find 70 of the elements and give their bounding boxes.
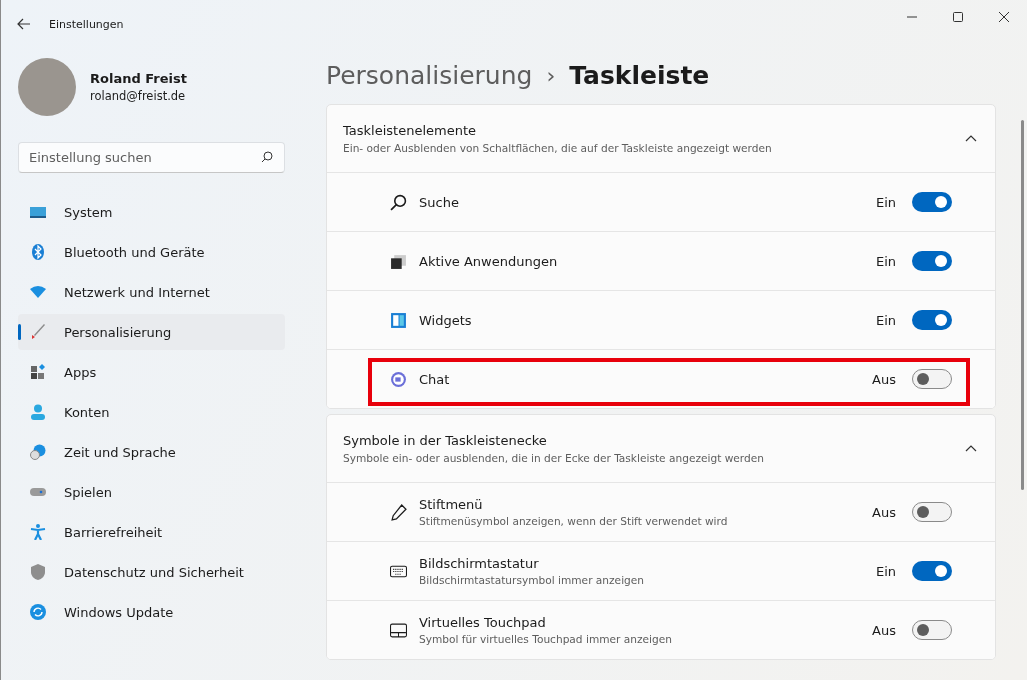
toggle-switch[interactable] (912, 192, 952, 212)
window-title: Einstellungen (49, 17, 124, 31)
toggle-state: Ein (875, 253, 896, 269)
back-arrow-icon[interactable] (17, 18, 31, 30)
section-title: Symbole in der Taskleistenecke (343, 433, 548, 448)
toggle-state: Ein (875, 194, 896, 210)
setting-label: Widgets (419, 312, 472, 328)
sidebar-item[interactable]: Netzwerk und Internet (18, 274, 285, 310)
setting-description: Stiftmenüsymbol anzeigen, wenn der Stift verwendet wird (419, 515, 728, 527)
bluetooth-icon (30, 244, 46, 260)
person-icon (30, 404, 46, 420)
setting-label: Aktive Anwendungen (419, 253, 558, 269)
breadcrumb-link[interactable]: Personalisierung (326, 60, 533, 90)
shield-icon (30, 564, 46, 580)
setting-label: Stiftmenü (419, 497, 484, 512)
brush-icon (30, 324, 46, 340)
toggle-switch[interactable] (912, 502, 952, 522)
sidebar-item[interactable]: System (18, 194, 285, 230)
widgets-icon (389, 311, 407, 329)
avatar-placeholder (18, 58, 76, 116)
sidebar-item[interactable]: Konten (18, 394, 285, 430)
page-title: Taskleiste (569, 60, 710, 90)
sidebar-item[interactable]: Windows Update (18, 594, 285, 630)
toggle-switch[interactable] (912, 310, 952, 330)
chat-icon (389, 370, 407, 388)
section-header[interactable]: Symbole in der Taskleistenecke Symbole ein- oder ausblenden, die in der Ecke der Taskleiste angezeigt werden (327, 415, 995, 482)
maximize-icon[interactable] (953, 12, 963, 22)
sync-icon (30, 604, 46, 620)
accessibility-icon (30, 524, 46, 540)
selection-indicator (18, 324, 21, 340)
section-title: Taskleistenelemente (343, 123, 477, 138)
search-icon (389, 193, 407, 211)
toggle-state: Ein (875, 312, 896, 328)
toggle-switch[interactable] (912, 561, 952, 581)
toggle-switch[interactable] (912, 620, 952, 640)
close-icon[interactable] (999, 12, 1009, 22)
sidebar-item[interactable]: Zeit und Sprache (18, 434, 285, 470)
apps-icon (30, 364, 46, 380)
sidebar-item[interactable]: Apps (18, 354, 285, 390)
user-name: Roland Freist (90, 71, 187, 86)
setting-label: Virtuelles Touchpad (419, 615, 547, 630)
toggle-switch[interactable] (912, 251, 952, 271)
windows-stack-icon (389, 252, 407, 270)
monitor-icon (30, 204, 46, 220)
section-header[interactable]: Taskleistenelemente Ein- oder Ausblenden von Schaltflächen, die auf der Taskleiste angezeigt werden (327, 105, 995, 172)
wifi-icon (30, 284, 46, 300)
breadcrumb-separator: › (546, 62, 556, 88)
sidebar-item[interactable]: Personalisierung (18, 314, 285, 350)
setting-description: Symbol für virtuelles Touchpad immer anzeigen (419, 633, 672, 645)
search-icon (261, 151, 273, 163)
user-email: roland@freist.de (90, 89, 187, 103)
toggle-state: Aus (872, 622, 896, 638)
sidebar-item[interactable]: Datenschutz und Sicherheit (18, 554, 285, 590)
setting-label: Chat (419, 371, 450, 387)
sidebar-item[interactable]: Spielen (18, 474, 285, 510)
section-subtitle: Symbole ein- oder ausblenden, die in der Ecke der Taskleiste angezeigt werden (343, 452, 764, 464)
toggle-switch[interactable] (912, 369, 952, 389)
toggle-state: Ein (875, 563, 896, 579)
search-field[interactable]: Einstellung suchen (18, 142, 285, 173)
sidebar-item[interactable]: Bluetooth und Geräte (18, 234, 285, 270)
setting-description: Bildschirmtastatursymbol immer anzeigen (419, 574, 645, 586)
touchpad-icon (389, 621, 407, 639)
sidebar-item[interactable]: Barrierefreiheit (18, 514, 285, 550)
setting-label: Suche (419, 194, 459, 210)
section-subtitle: Ein- oder Ausblenden von Schaltflächen, die auf der Taskleiste angezeigt werden (343, 142, 772, 154)
pen-icon (389, 503, 407, 521)
setting-label: Bildschirmtastatur (419, 556, 540, 571)
clock-globe-icon (30, 444, 46, 460)
toggle-state: Aus (872, 504, 896, 520)
toggle-state: Aus (872, 371, 896, 387)
